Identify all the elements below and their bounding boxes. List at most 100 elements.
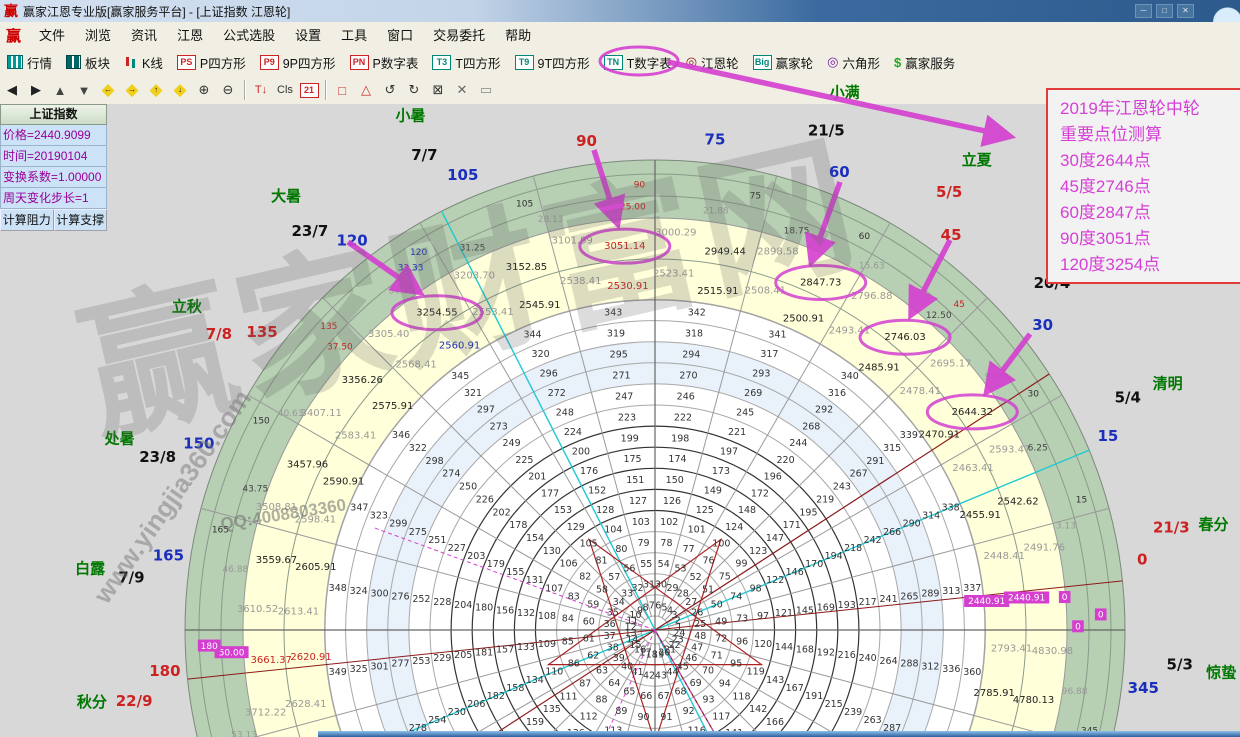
- close-button[interactable]: ✕: [1177, 4, 1194, 18]
- menu-item-3[interactable]: 江恩: [167, 28, 213, 43]
- annotation-line-4: 60度2847点: [1060, 200, 1240, 226]
- kline-label: K线: [142, 53, 163, 72]
- menu-item-6[interactable]: 工具: [331, 28, 377, 43]
- annotation-line-2: 30度2644点: [1060, 148, 1240, 174]
- menu-item-1[interactable]: 浏览: [75, 28, 121, 43]
- tool-pan-down[interactable]: ◆↓: [169, 79, 191, 101]
- menu-item-9[interactable]: 帮助: [495, 28, 541, 43]
- p-table-label: P数字表: [373, 53, 419, 72]
- toolbar-button-t-table[interactable]: TNT数字表: [597, 50, 679, 74]
- window-title: 赢家江恩专业版[赢家服务平台] - [上证指数 江恩轮]: [23, 3, 290, 20]
- main-toolbar: 行情 板块 K线 PS P四方形 P9 9P四方形 PN P数字表 T3 T四方形 T9 9T四方形 TN…: [0, 48, 1240, 77]
- menu-item-7[interactable]: 窗口: [377, 28, 423, 43]
- annotation-box: 2019年江恩轮中轮重要点位测算30度2644点45度2746点60度2847点…: [1046, 88, 1240, 284]
- tool-zoom-out[interactable]: ⊖: [217, 79, 239, 101]
- tool-pan-right[interactable]: ◆→: [121, 79, 143, 101]
- t-square-icon: T3: [432, 55, 451, 70]
- tool-rotate-cw[interactable]: ↻: [403, 79, 425, 101]
- maximize-button[interactable]: □: [1156, 4, 1173, 18]
- toolbar-separator: [325, 80, 326, 100]
- gann-wheel-icon: ◎: [686, 54, 697, 70]
- annotation-line-1: 重要点位测算: [1060, 122, 1240, 148]
- panel-rows: 价格=2440.9099时间=20190104变换系数=1.00000周天变化步…: [0, 125, 107, 209]
- calc-support-button[interactable]: 计算支撑: [54, 209, 108, 231]
- tool-shrink[interactable]: ✕: [451, 79, 473, 101]
- toolbar-button-winner-service[interactable]: $ 赢家服务: [887, 50, 962, 74]
- annotation-line-6: 120度3254点: [1060, 252, 1240, 278]
- toolbar-button-hexagon[interactable]: ◎六角形: [820, 50, 887, 74]
- annotation-line-5: 90度3051点: [1060, 226, 1240, 252]
- t-square-label: T四方形: [455, 53, 500, 72]
- toolbar-button-9p-square[interactable]: P9 9P四方形: [253, 50, 343, 74]
- menu-item-5[interactable]: 设置: [285, 28, 331, 43]
- winner-service-label: 赢家服务: [905, 53, 955, 72]
- hexagon-label: 六角形: [842, 53, 880, 72]
- window-buttons: ─ □ ✕: [1135, 4, 1194, 18]
- calc-resistance-button[interactable]: 计算阻力: [0, 209, 54, 231]
- toolbar-button-p-table[interactable]: PN P数字表: [343, 50, 426, 74]
- 9p-square-icon: P9: [260, 55, 279, 70]
- title-bar: 赢 赢家江恩专业版[赢家服务平台] - [上证指数 江恩轮] ─ □ ✕: [0, 0, 1240, 23]
- 9t-square-label: 9T四方形: [538, 53, 590, 72]
- tool-zoom-in[interactable]: ⊕: [193, 79, 215, 101]
- tool-down[interactable]: ▼: [73, 79, 95, 101]
- tool-delete-box[interactable]: ⊠: [427, 79, 449, 101]
- tool-board[interactable]: ▭: [475, 79, 497, 101]
- toolbar-button-gann-wheel[interactable]: ◎江恩轮: [679, 50, 746, 74]
- panel-row-2: 变换系数=1.00000: [0, 167, 107, 188]
- tool-forward[interactable]: ▶: [25, 79, 47, 101]
- tool-pan-left[interactable]: ◆←: [97, 79, 119, 101]
- app-icon: 赢: [4, 1, 18, 21]
- toolbar-button-sectors[interactable]: 板块: [59, 50, 117, 74]
- panel-row-1: 时间=20190104: [0, 146, 107, 167]
- tool-pan-up[interactable]: ◆↑: [145, 79, 167, 101]
- winner-wheel-label: 赢家轮: [776, 53, 814, 72]
- tool-cls[interactable]: Cls: [274, 79, 296, 101]
- minimize-button[interactable]: ─: [1135, 4, 1152, 18]
- p-table-icon: PN: [350, 55, 369, 70]
- toolbar-button-9t-square[interactable]: T9 9T四方形: [508, 50, 597, 74]
- toolbar-button-p-square[interactable]: PS P四方形: [170, 50, 253, 74]
- menu-logo-icon: 赢: [6, 25, 21, 46]
- hexagon-icon: ◎: [827, 54, 838, 70]
- menu-items: 文件浏览资讯江恩公式选股设置工具窗口交易委托帮助: [29, 25, 541, 45]
- menu-item-8[interactable]: 交易委托: [423, 28, 495, 43]
- kline-icon: [124, 56, 138, 69]
- tool-calendar[interactable]: 21: [298, 79, 320, 101]
- tool-rotate-ccw[interactable]: ↺: [379, 79, 401, 101]
- annotation-line-0: 2019年江恩轮中轮: [1060, 96, 1240, 122]
- t-table-icon: TN: [604, 55, 623, 70]
- tool-t-down[interactable]: T↓: [250, 79, 272, 101]
- toolbar-separator: [244, 80, 245, 100]
- taskbar-strip: [318, 731, 1240, 737]
- winner-wheel-icon: Big: [753, 55, 772, 70]
- menu-item-2[interactable]: 资讯: [121, 28, 167, 43]
- info-panel: 上证指数 价格=2440.9099时间=20190104变换系数=1.00000…: [0, 104, 107, 231]
- quotes-icon: [7, 55, 23, 69]
- menu-bar: 赢 文件浏览资讯江恩公式选股设置工具窗口交易委托帮助: [0, 22, 1240, 49]
- quotes-label: 行情: [27, 53, 52, 72]
- sectors-label: 板块: [85, 53, 110, 72]
- tool-rect-tool[interactable]: □: [331, 79, 353, 101]
- 9t-square-icon: T9: [515, 55, 534, 70]
- toolbar-button-kline[interactable]: K线: [117, 50, 170, 74]
- p-square-icon: PS: [177, 55, 196, 70]
- annotation-line-3: 45度2746点: [1060, 174, 1240, 200]
- toolbar-button-quotes[interactable]: 行情: [0, 50, 59, 74]
- gann-wheel-label: 江恩轮: [701, 53, 739, 72]
- sectors-icon: [66, 55, 81, 69]
- 9p-square-label: 9P四方形: [283, 53, 336, 72]
- tool-up[interactable]: ▲: [49, 79, 71, 101]
- panel-row-0: 价格=2440.9099: [0, 125, 107, 146]
- panel-buttons: 计算阻力计算支撑: [0, 209, 107, 231]
- symbol-name: 上证指数: [0, 104, 107, 125]
- menu-item-4[interactable]: 公式选股: [213, 28, 285, 43]
- app-window: 赢 赢家江恩专业版[赢家服务平台] - [上证指数 江恩轮] ─ □ ✕ 赢 文件浏…: [0, 0, 1240, 737]
- p-square-label: P四方形: [200, 53, 246, 72]
- toolbar-button-t-square[interactable]: T3 T四方形: [425, 50, 507, 74]
- tool-triangle-tool[interactable]: △: [355, 79, 377, 101]
- toolbar-button-winner-wheel[interactable]: Big 赢家轮: [746, 50, 821, 74]
- menu-item-0[interactable]: 文件: [29, 28, 75, 43]
- tool-back[interactable]: ◀: [1, 79, 23, 101]
- winner-service-icon: $: [894, 55, 901, 70]
